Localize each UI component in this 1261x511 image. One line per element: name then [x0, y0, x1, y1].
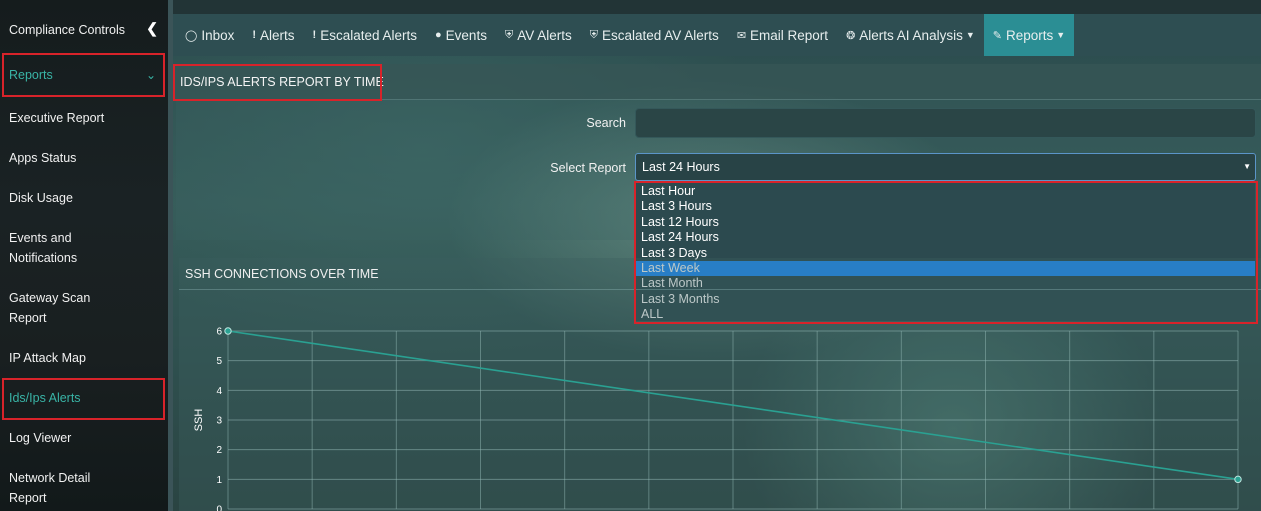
- nav-label: Inbox: [201, 27, 235, 43]
- ai-icon: ❂: [846, 29, 856, 42]
- sidebar-item-label: Apps Status: [9, 151, 77, 165]
- nav-escalated-alerts[interactable]: ! Escalated Alerts: [304, 14, 426, 56]
- ssh-connections-chart: 0 1 2 3 4 5 6 SSH: [193, 327, 1242, 511]
- caret-down-icon: ▼: [1243, 162, 1251, 171]
- select-value: Last 24 Hours: [642, 160, 720, 174]
- sidebar-item-label: Executive Report: [9, 111, 105, 125]
- sidebar-item-log-viewer[interactable]: Log Viewer: [0, 428, 168, 448]
- caret-down-icon: ▼: [1056, 30, 1066, 40]
- envelope-icon: ✉: [736, 29, 747, 42]
- option-last-24-hours[interactable]: Last 24 Hours: [636, 230, 1255, 245]
- sidebar-item-events-notifications[interactable]: Events and Notifications: [0, 228, 168, 268]
- exclamation-icon: !: [252, 29, 257, 41]
- sidebar: Compliance Controls ❮ Reports ⌄ Executiv…: [0, 0, 168, 511]
- nav-label: Alerts: [260, 27, 295, 43]
- exclamation-circle-icon: ●: [435, 29, 442, 41]
- nav-label: Email Report: [750, 27, 829, 43]
- sidebar-item-executive-report[interactable]: Executive Report: [0, 108, 168, 128]
- sidebar-item-label: Gateway Scan: [9, 291, 91, 305]
- y-tick-label: 1: [216, 475, 222, 486]
- nav-av-alerts[interactable]: ⛨ AV Alerts: [496, 14, 581, 56]
- caret-down-icon: ▼: [965, 30, 975, 40]
- sidebar-item-label: Reports: [9, 68, 53, 82]
- nav-alerts[interactable]: ! Alerts: [243, 14, 303, 56]
- nav-label: Reports: [1005, 27, 1054, 43]
- nav-alerts-ai-analysis[interactable]: ❂ Alerts AI Analysis ▼: [837, 14, 984, 56]
- nav-label: Escalated AV Alerts: [601, 27, 719, 43]
- exclamation-icon: !: [312, 29, 317, 41]
- sidebar-item-gateway-scan-report[interactable]: Gateway Scan Report: [0, 288, 168, 328]
- sidebar-item-label: Notifications: [9, 251, 78, 265]
- top-strip: [173, 0, 1261, 14]
- page-title: IDS/IPS ALERTS REPORT BY TIME: [180, 75, 384, 89]
- nav-events[interactable]: ● Events: [426, 14, 496, 56]
- y-tick-label: 6: [216, 327, 222, 338]
- nav-escalated-av-alerts[interactable]: ⛨ Escalated AV Alerts: [581, 14, 728, 56]
- search-input[interactable]: [635, 108, 1256, 138]
- chart-title: SSH CONNECTIONS OVER TIME: [185, 267, 379, 281]
- shield-icon: ⛨: [589, 28, 598, 41]
- sidebar-item-label: Disk Usage: [9, 191, 73, 205]
- inbox-icon: ◯: [185, 29, 198, 42]
- data-point[interactable]: [224, 327, 232, 335]
- y-axis-label: SSH: [193, 409, 205, 432]
- top-nav: ◯ Inbox ! Alerts ! Escalated Alerts ● Ev…: [173, 14, 1261, 56]
- option-last-12-hours[interactable]: Last 12 Hours: [636, 215, 1255, 230]
- sidebar-item-network-detail-report[interactable]: Network Detail Report: [0, 468, 168, 508]
- nav-label: Alerts AI Analysis: [859, 27, 963, 43]
- nav-label: Escalated Alerts: [320, 27, 418, 43]
- sidebar-item-label: Report: [9, 311, 47, 325]
- chevron-left-icon[interactable]: ❮: [146, 20, 158, 37]
- search-label: Search: [586, 116, 626, 130]
- y-tick-label: 5: [216, 356, 222, 367]
- sidebar-item-apps-status[interactable]: Apps Status: [0, 148, 168, 168]
- chart-grid: [227, 330, 1239, 510]
- sidebar-item-label: Network Detail: [9, 471, 91, 485]
- sidebar-item-label: Compliance Controls: [9, 23, 126, 37]
- chevron-down-icon: ⌄: [145, 68, 156, 82]
- sidebar-item-label: Log Viewer: [9, 431, 72, 445]
- y-tick-label: 2: [216, 445, 222, 456]
- sidebar-item-ip-attack-map[interactable]: IP Attack Map: [0, 348, 168, 368]
- sidebar-item-reports[interactable]: Reports ⌄: [0, 65, 168, 85]
- sidebar-item-label: Events and: [9, 231, 72, 245]
- pencil-icon: ✎: [992, 29, 1002, 42]
- sidebar-item-label: IP Attack Map: [9, 351, 86, 365]
- sidebar-item-compliance-controls[interactable]: Compliance Controls: [0, 20, 168, 40]
- nav-email-report[interactable]: ✉ Email Report: [728, 14, 837, 56]
- chart-header: SSH CONNECTIONS OVER TIME: [179, 258, 1261, 290]
- sidebar-item-label: Report: [9, 491, 47, 505]
- option-last-3-hours[interactable]: Last 3 Hours: [636, 199, 1255, 214]
- y-axis-ticks: 0 1 2 3 4 5 6: [216, 327, 222, 511]
- option-last-hour[interactable]: Last Hour: [636, 184, 1255, 199]
- select-report-label: Select Report: [550, 161, 626, 175]
- nav-inbox[interactable]: ◯ Inbox: [173, 14, 243, 56]
- page-header: IDS/IPS ALERTS REPORT BY TIME: [173, 64, 1261, 100]
- data-point[interactable]: [1234, 475, 1242, 484]
- nav-label: Events: [445, 27, 487, 43]
- shield-icon: ⛨: [504, 28, 514, 41]
- sidebar-item-label: Ids/Ips Alerts: [9, 391, 81, 405]
- select-report-dropdown[interactable]: Last 24 Hours ▼: [635, 153, 1256, 181]
- nav-label: AV Alerts: [517, 27, 572, 43]
- sidebar-item-disk-usage[interactable]: Disk Usage: [0, 188, 168, 208]
- y-tick-label: 3: [216, 416, 222, 427]
- sidebar-item-ids-ips-alerts[interactable]: Ids/Ips Alerts: [0, 388, 168, 408]
- y-tick-label: 0: [216, 505, 222, 511]
- nav-reports[interactable]: ✎ Reports ▼: [983, 14, 1075, 56]
- y-tick-label: 4: [216, 386, 222, 397]
